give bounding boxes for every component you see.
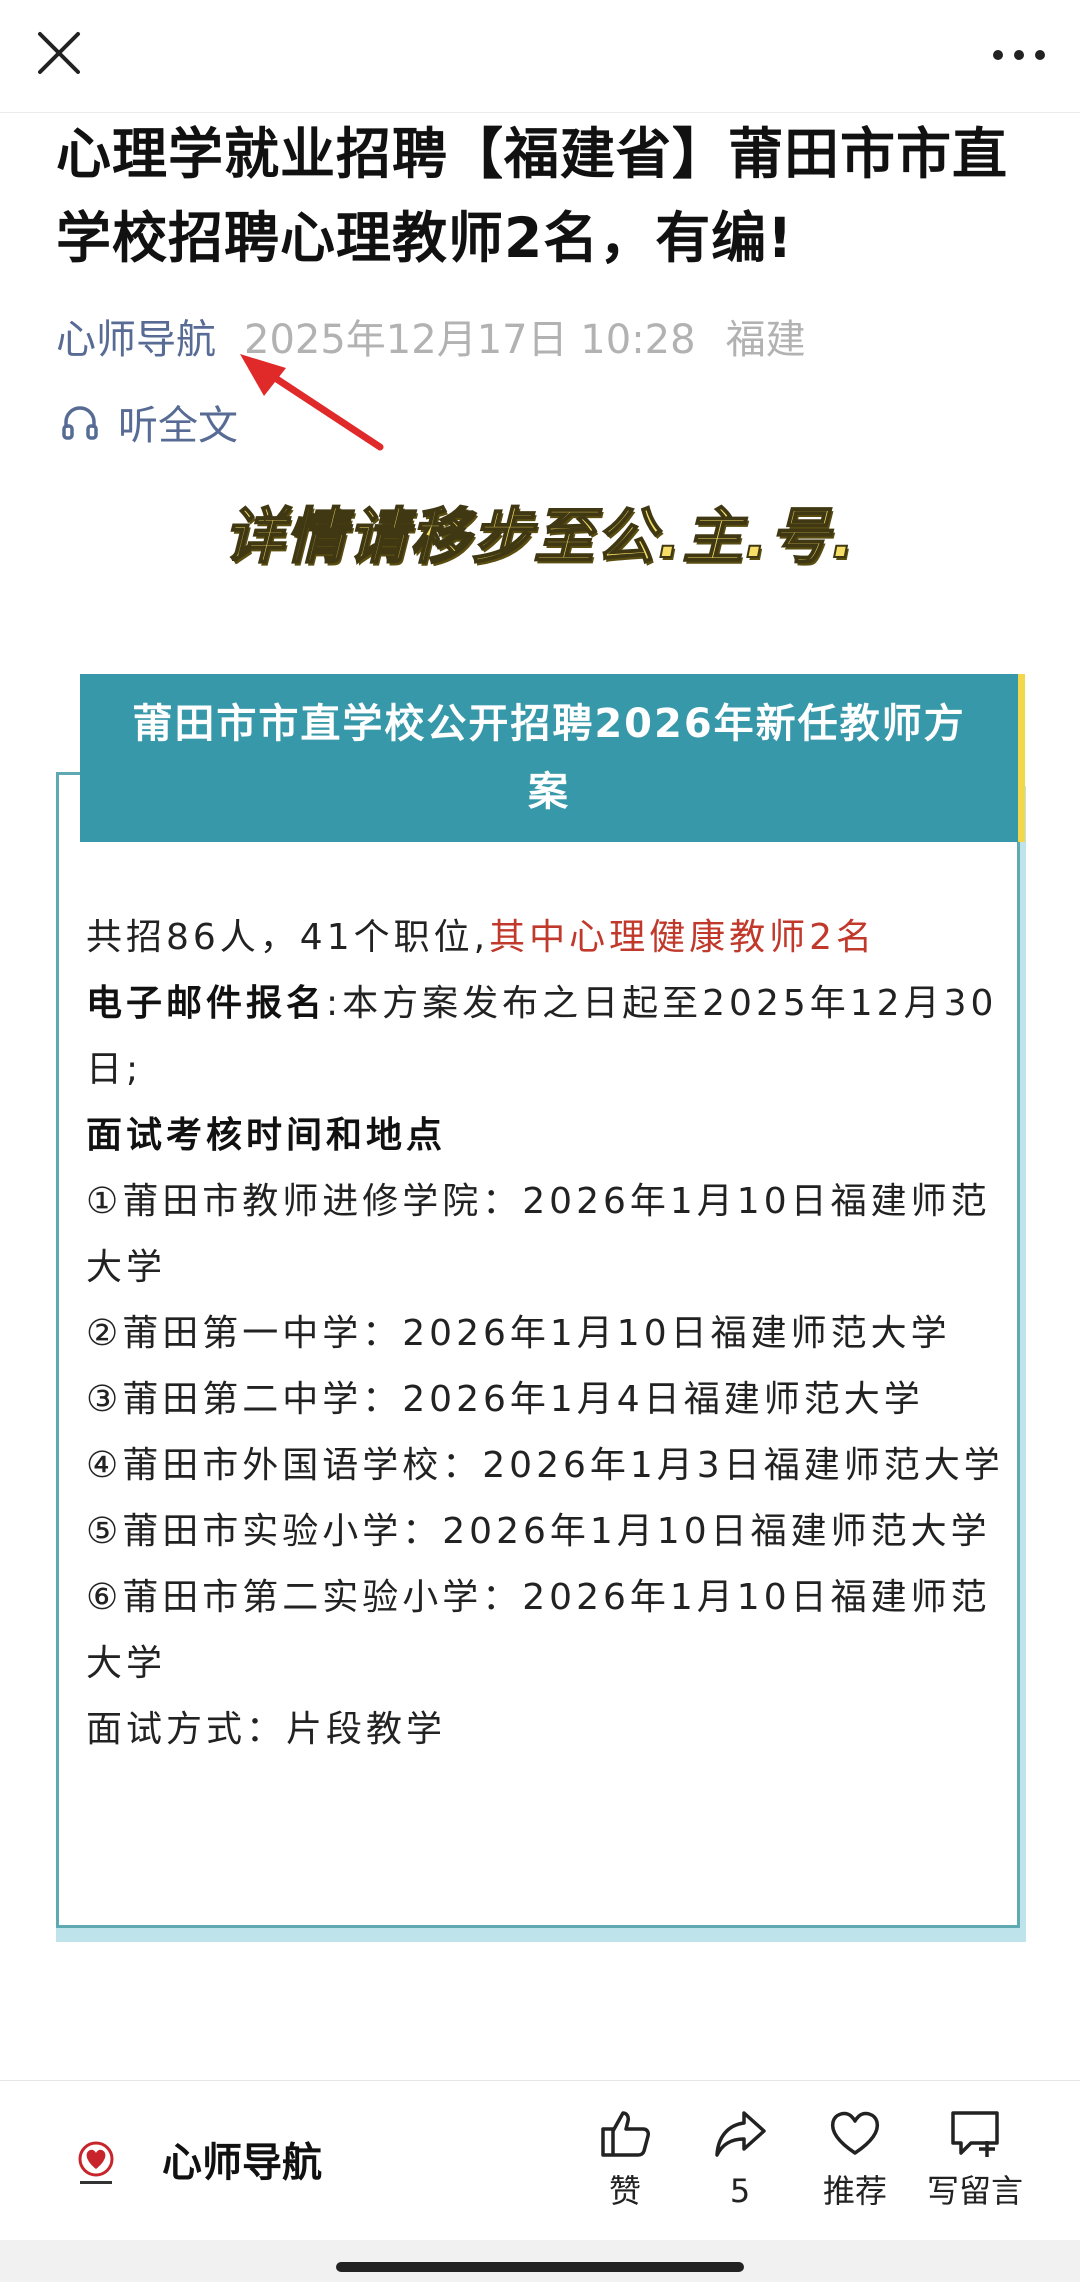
- comment-button[interactable]: 写留言: [915, 2105, 1035, 2225]
- share-button[interactable]: 5: [685, 2105, 795, 2225]
- bottom-action-bar: 心师导航 赞 5 推荐 写留言: [0, 2080, 1080, 2241]
- more-icon: [993, 50, 1045, 60]
- card-body: 共招86人，41个职位,其中心理健康教师2名 电子邮件报名:本方案发布之日起至2…: [86, 905, 1006, 1763]
- interview-heading: 面试考核时间和地点: [86, 1115, 447, 1156]
- card-line-10: 面试方式：片段教学: [86, 1709, 447, 1750]
- card-line-2: 电子邮件报名:本方案发布之日起至2025年12月30日;: [86, 971, 1006, 1103]
- top-bar: [0, 0, 1080, 113]
- like-button[interactable]: 赞: [570, 2105, 680, 2225]
- thumbs-up-icon: [601, 2111, 650, 2157]
- card-line-5: ②莆田第一中学：2026年1月10日福建师范大学: [86, 1313, 951, 1354]
- account-logo[interactable]: [66, 2135, 126, 2195]
- heart-icon: [830, 2111, 880, 2155]
- listen-label: 听全文: [118, 403, 238, 449]
- system-home-area: [0, 2240, 1080, 2282]
- card-line-8: ⑤莆田市实验小学：2026年1月10日福建师范大学: [86, 1511, 991, 1552]
- card-header: 莆田市市直学校公开招聘2026年新任教师方案: [80, 674, 1018, 842]
- promo-banner-text: 详情请移步至公.主.号.: [223, 501, 857, 573]
- card-line-9: ⑥莆田市第二实验小学：2026年1月10日福建师范大学: [86, 1577, 991, 1684]
- share-icon: [715, 2111, 766, 2157]
- arrow-annotation: [240, 354, 384, 451]
- card-header-accent: [1017, 674, 1025, 842]
- listen-button[interactable]: 听全文: [60, 392, 238, 452]
- card-header-title: 莆田市市直学校公开招聘2026年新任教师方案: [132, 701, 966, 815]
- author-link[interactable]: 心师导航: [56, 317, 216, 363]
- publish-location: 福建: [725, 317, 806, 363]
- card-line-4: ①莆田市教师进修学院：2026年1月10日福建师范大学: [86, 1181, 991, 1288]
- comment-icon: [951, 2111, 999, 2157]
- account-name[interactable]: 心师导航: [162, 2133, 322, 2193]
- headphones-icon: [62, 406, 98, 440]
- card-line-7: ④莆田市外国语学校：2026年1月3日福建师范大学: [86, 1445, 1004, 1486]
- recommend-label: 推荐: [822, 2172, 887, 2210]
- card-line-6: ③莆田第二中学：2026年1月4日福建师范大学: [86, 1379, 924, 1420]
- card-line-3: 面试考核时间和地点: [86, 1103, 1006, 1169]
- more-button[interactable]: [986, 22, 1052, 88]
- article-meta: 心师导航 2025年12月17日 10:28 福建: [56, 310, 806, 370]
- recommend-button[interactable]: 推荐: [800, 2105, 910, 2225]
- card-line-1: 共招86人，41个职位,其中心理健康教师2名: [86, 905, 1006, 971]
- close-icon: [38, 32, 80, 74]
- comment-label: 写留言: [926, 2172, 1023, 2210]
- share-count: 5: [729, 2172, 751, 2210]
- psych-teacher-highlight: 其中心理健康教师2名: [489, 917, 876, 958]
- total-positions-text: 共招86人，41个职位,: [86, 917, 490, 958]
- email-signup-label: 电子邮件报名: [86, 983, 327, 1024]
- article-title: 心理学就业招聘【福建省】莆田市市直学校招聘心理教师2名，有编!: [56, 122, 1009, 270]
- close-button[interactable]: [28, 22, 94, 88]
- home-indicator[interactable]: [336, 2262, 744, 2272]
- like-label: 赞: [608, 2172, 641, 2210]
